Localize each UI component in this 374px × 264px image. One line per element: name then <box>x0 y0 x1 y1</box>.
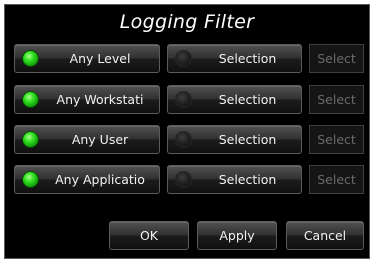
status-led-icon <box>175 131 192 148</box>
any-level-toggle[interactable]: Any Level <box>14 44 160 73</box>
ok-button[interactable]: OK <box>109 221 189 250</box>
user-selection-label: Selection <box>218 132 277 147</box>
any-workstation-toggle[interactable]: Any Workstati <box>14 85 160 114</box>
status-led-icon <box>22 171 39 188</box>
ok-label: OK <box>139 228 159 243</box>
status-led-icon <box>22 50 39 67</box>
status-led-icon <box>22 131 39 148</box>
status-led-icon <box>175 50 192 67</box>
user-select-button[interactable]: Select <box>309 125 364 154</box>
apply-label: Apply <box>219 228 255 243</box>
workstation-selection-toggle[interactable]: Selection <box>167 85 302 114</box>
any-workstation-label: Any Workstati <box>56 92 144 107</box>
any-user-toggle[interactable]: Any User <box>14 125 160 154</box>
application-select-button[interactable]: Select <box>309 165 364 194</box>
level-select-button[interactable]: Select <box>309 44 364 73</box>
status-led-icon <box>175 91 192 108</box>
cancel-button[interactable]: Cancel <box>286 221 364 250</box>
dialog-title: Logging Filter <box>119 11 255 33</box>
status-led-icon <box>175 171 192 188</box>
workstation-select-button[interactable]: Select <box>309 85 364 114</box>
any-level-label: Any Level <box>69 51 131 66</box>
logging-filter-dialog: Logging Filter Any Level Selection Selec… <box>4 4 370 259</box>
user-selection-toggle[interactable]: Selection <box>167 125 302 154</box>
any-application-label: Any Applicatio <box>55 172 145 187</box>
status-led-icon <box>22 91 39 108</box>
any-user-label: Any User <box>71 132 129 147</box>
application-selection-label: Selection <box>218 172 277 187</box>
workstation-selection-label: Selection <box>218 92 277 107</box>
level-selection-toggle[interactable]: Selection <box>167 44 302 73</box>
cancel-label: Cancel <box>303 228 347 243</box>
application-selection-toggle[interactable]: Selection <box>167 165 302 194</box>
level-selection-label: Selection <box>218 51 277 66</box>
any-application-toggle[interactable]: Any Applicatio <box>14 165 160 194</box>
apply-button[interactable]: Apply <box>197 221 277 250</box>
